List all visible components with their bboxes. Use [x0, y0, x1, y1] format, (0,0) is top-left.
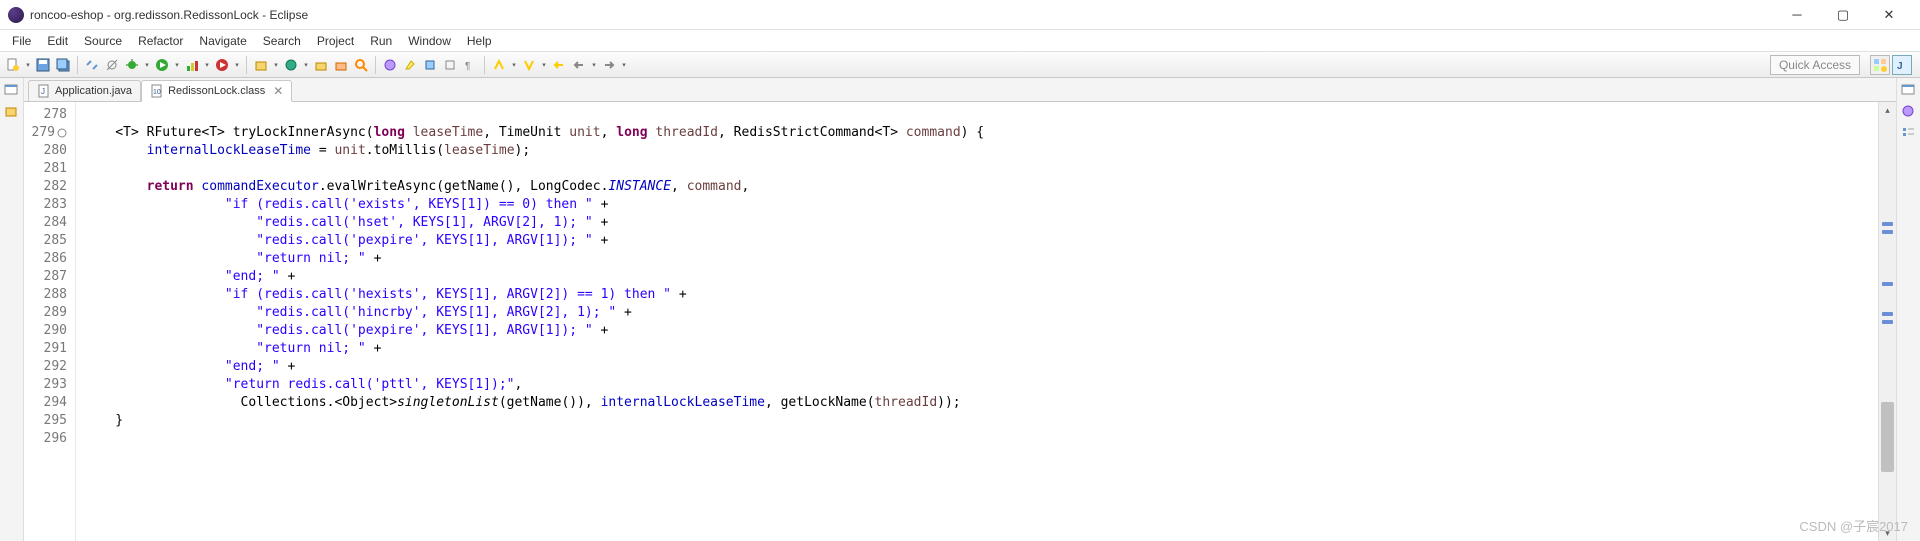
maximize-button[interactable]: ▢: [1820, 0, 1866, 30]
restore-view-icon[interactable]: [4, 82, 20, 98]
separator: [484, 56, 485, 74]
open-perspective-icon[interactable]: [1870, 55, 1890, 75]
editor-area: J Application.java 10 RedissonLock.class…: [24, 78, 1896, 541]
ext-tools-icon[interactable]: [213, 56, 231, 74]
menu-file[interactable]: File: [4, 32, 39, 50]
coverage-icon[interactable]: [183, 56, 201, 74]
forward-icon[interactable]: [600, 56, 618, 74]
overview-marker[interactable]: [1882, 222, 1893, 226]
open-task-icon[interactable]: [332, 56, 350, 74]
package-explorer-icon[interactable]: [4, 104, 20, 120]
open-type-icon[interactable]: [312, 56, 330, 74]
new-dropdown[interactable]: ▾: [24, 56, 32, 74]
menu-bar: File Edit Source Refactor Navigate Searc…: [0, 30, 1920, 52]
overview-marker[interactable]: [1882, 282, 1893, 286]
ext-tools-dropdown[interactable]: ▾: [233, 56, 241, 74]
toggle-block-icon[interactable]: [441, 56, 459, 74]
task-list-icon[interactable]: [1901, 104, 1917, 120]
svg-text:J: J: [41, 87, 45, 96]
new-package-dropdown[interactable]: ▾: [272, 56, 280, 74]
restore-view-icon[interactable]: [1901, 82, 1917, 98]
annotation-prev-icon[interactable]: [490, 56, 508, 74]
window-title: roncoo-eshop - org.redisson.RedissonLock…: [30, 8, 1774, 22]
back-icon[interactable]: [570, 56, 588, 74]
show-whitespace-icon[interactable]: ¶: [461, 56, 479, 74]
annotation-next-icon[interactable]: [520, 56, 538, 74]
editor-tab-bar: J Application.java 10 RedissonLock.class…: [24, 78, 1896, 102]
overview-marker[interactable]: [1882, 312, 1893, 316]
link-icon[interactable]: [83, 56, 101, 74]
separator: [246, 56, 247, 74]
menu-run[interactable]: Run: [362, 32, 400, 50]
perspective-switcher: J: [1870, 55, 1912, 75]
window-controls: ─ ▢ ✕: [1774, 0, 1912, 30]
svg-text:J: J: [1897, 61, 1903, 72]
overview-marker[interactable]: [1882, 320, 1893, 324]
menu-edit[interactable]: Edit: [39, 32, 76, 50]
close-tab-icon[interactable]: ✕: [273, 84, 283, 98]
vertical-scrollbar[interactable]: ▴ ▾: [1878, 102, 1896, 541]
code-content[interactable]: <T> RFuture<T> tryLockInnerAsync(long le…: [76, 102, 1878, 541]
new-class-icon[interactable]: [282, 56, 300, 74]
eclipse-icon: [8, 7, 24, 23]
code-editor[interactable]: 2782792802812822832842852862872882892902…: [24, 102, 1896, 541]
java-file-icon: J: [37, 84, 51, 98]
menu-window[interactable]: Window: [400, 32, 459, 50]
content-area: J Application.java 10 RedissonLock.class…: [0, 78, 1920, 541]
line-number-ruler[interactable]: 2782792802812822832842852862872882892902…: [24, 102, 76, 541]
menu-navigate[interactable]: Navigate: [191, 32, 254, 50]
separator: [77, 56, 78, 74]
run-dropdown[interactable]: ▾: [173, 56, 181, 74]
new-class-dropdown[interactable]: ▾: [302, 56, 310, 74]
forward-dropdown[interactable]: ▾: [620, 56, 628, 74]
search-icon[interactable]: [352, 56, 370, 74]
scroll-thumb[interactable]: [1881, 402, 1894, 472]
title-bar: roncoo-eshop - org.redisson.RedissonLock…: [0, 0, 1920, 30]
minimize-button[interactable]: ─: [1774, 0, 1820, 30]
java-perspective-icon[interactable]: J: [1892, 55, 1912, 75]
menu-refactor[interactable]: Refactor: [130, 32, 191, 50]
annotation-next-dropdown[interactable]: ▾: [540, 56, 548, 74]
tab-application-java[interactable]: J Application.java: [28, 80, 141, 101]
coverage-dropdown[interactable]: ▾: [203, 56, 211, 74]
menu-project[interactable]: Project: [309, 32, 362, 50]
watermark-text: CSDN @子宸2017: [1799, 516, 1908, 535]
menu-help[interactable]: Help: [459, 32, 500, 50]
tab-label: Application.java: [55, 85, 132, 97]
outline-icon[interactable]: [1901, 126, 1917, 142]
annotation-prev-dropdown[interactable]: ▾: [510, 56, 518, 74]
svg-text:¶: ¶: [465, 61, 470, 72]
bug-icon[interactable]: [123, 56, 141, 74]
right-view-gutter: [1896, 78, 1920, 541]
close-button[interactable]: ✕: [1866, 0, 1912, 30]
toolbar: ▾ ▾ ▾ ▾ ▾ ▾ ▾ ¶ ▾ ▾ ▾ ▾ Quick Access J: [0, 52, 1920, 78]
save-all-icon[interactable]: [54, 56, 72, 74]
quick-access-input[interactable]: Quick Access: [1770, 55, 1860, 75]
last-edit-icon[interactable]: [550, 56, 568, 74]
tab-label: RedissonLock.class: [168, 85, 265, 97]
highlight-icon[interactable]: [401, 56, 419, 74]
save-icon[interactable]: [34, 56, 52, 74]
new-package-icon[interactable]: [252, 56, 270, 74]
overview-marker[interactable]: [1882, 230, 1893, 234]
separator: [375, 56, 376, 74]
run-icon[interactable]: [153, 56, 171, 74]
skip-breakpoints-icon[interactable]: [103, 56, 121, 74]
menu-source[interactable]: Source: [76, 32, 130, 50]
left-view-gutter: [0, 78, 24, 541]
class-file-icon: 10: [150, 84, 164, 98]
menu-search[interactable]: Search: [255, 32, 309, 50]
tab-redissonlock-class[interactable]: 10 RedissonLock.class ✕: [141, 80, 292, 102]
scroll-up-icon[interactable]: ▴: [1879, 102, 1896, 118]
svg-text:10: 10: [153, 89, 161, 96]
toggle-mark-icon[interactable]: [421, 56, 439, 74]
back-dropdown[interactable]: ▾: [590, 56, 598, 74]
task-icon[interactable]: [381, 56, 399, 74]
debug-dropdown[interactable]: ▾: [143, 56, 151, 74]
new-icon[interactable]: [4, 56, 22, 74]
